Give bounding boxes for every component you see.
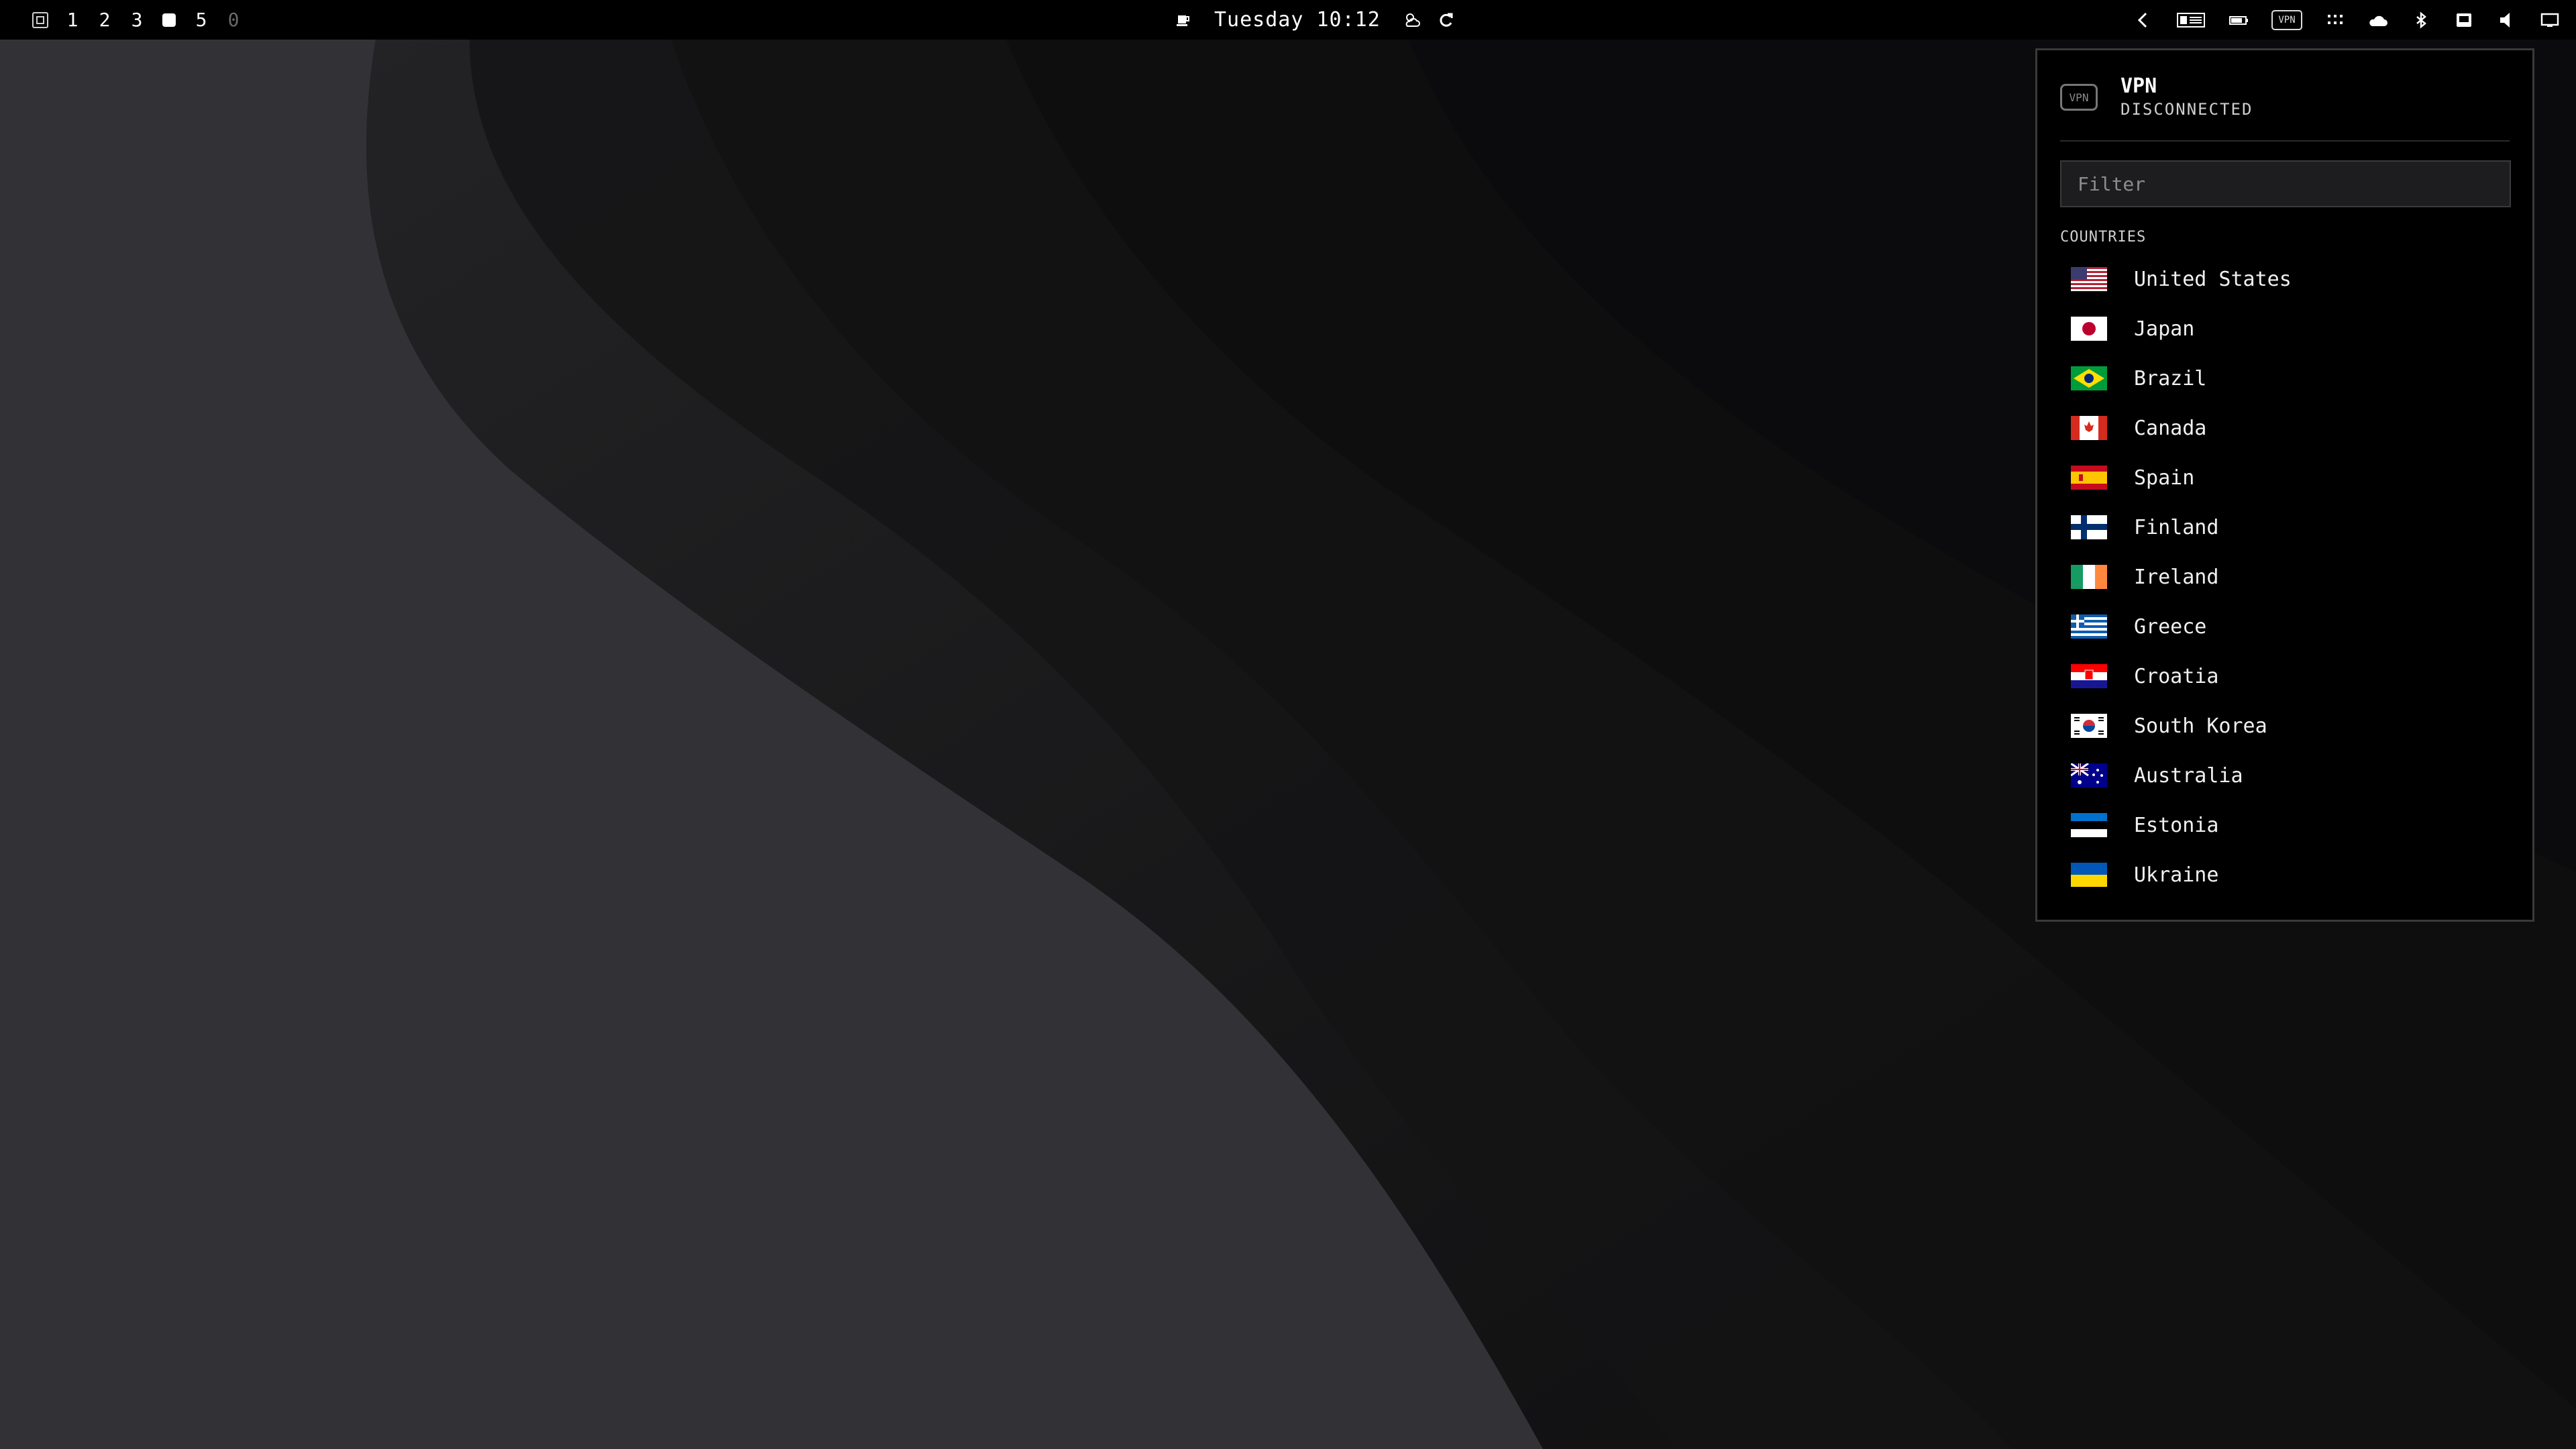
workspace-3[interactable]: 3 xyxy=(121,0,153,40)
display-icon[interactable] xyxy=(2540,10,2560,30)
country-name: Brazil xyxy=(2134,366,2207,390)
keyboard-layout-icon[interactable] xyxy=(2176,10,2206,30)
flag-ie-icon xyxy=(2071,565,2107,589)
country-item-finland[interactable]: Finland xyxy=(2071,502,2514,552)
chevron-left-icon[interactable] xyxy=(2133,10,2153,30)
country-name: Estonia xyxy=(2134,813,2219,837)
country-item-brazil[interactable]: Brazil xyxy=(2071,354,2514,403)
active-workspace-icon xyxy=(162,13,176,27)
country-name: Australia xyxy=(2134,763,2243,788)
flag-fi-icon xyxy=(2071,515,2107,539)
country-item-estonia[interactable]: Estonia xyxy=(2071,800,2514,850)
vpn-badge-icon: VPN xyxy=(2060,84,2098,111)
flag-ee-icon xyxy=(2071,813,2107,837)
weather-icon[interactable] xyxy=(1402,10,1422,30)
volume-icon[interactable] xyxy=(2497,10,2517,30)
flag-es-icon xyxy=(2071,466,2107,490)
coffee-icon[interactable] xyxy=(1173,10,1193,30)
bluetooth-icon[interactable] xyxy=(2411,10,2431,30)
workspace-5[interactable]: 5 xyxy=(185,0,217,40)
section-label-countries: COUNTRIES xyxy=(2060,229,2147,246)
country-name: United States xyxy=(2134,267,2292,291)
country-name: Croatia xyxy=(2134,664,2219,688)
country-name: Greece xyxy=(2134,614,2207,639)
cloud-icon[interactable] xyxy=(2368,10,2388,30)
country-item-spain[interactable]: Spain xyxy=(2071,453,2514,502)
top-bar: 1 2 3 5 0 Tuesday 10:12 VPN xyxy=(0,0,2576,40)
workspace-0[interactable]: 0 xyxy=(217,0,250,40)
screenshot-icon[interactable] xyxy=(2454,10,2474,30)
flag-us-icon xyxy=(2071,267,2107,291)
country-item-croatia[interactable]: Croatia xyxy=(2071,651,2514,701)
flag-hr-icon xyxy=(2071,664,2107,688)
country-item-united-states[interactable]: United States xyxy=(2071,254,2514,304)
country-item-japan[interactable]: Japan xyxy=(2071,304,2514,354)
overview-icon xyxy=(32,11,48,28)
country-name: Canada xyxy=(2134,416,2207,440)
vpn-header: VPN VPN DISCONNECTED xyxy=(2060,74,2253,120)
flag-ca-icon xyxy=(2071,416,2107,440)
system-tray: VPN xyxy=(2133,0,2560,40)
country-name: Spain xyxy=(2134,466,2195,490)
flag-br-icon xyxy=(2071,366,2107,390)
workspace-2[interactable]: 2 xyxy=(89,0,121,40)
workspace-switcher: 1 2 3 5 0 xyxy=(24,0,250,40)
clock[interactable]: Tuesday 10:12 xyxy=(1214,8,1381,32)
country-name: Ireland xyxy=(2134,565,2219,589)
battery-icon[interactable] xyxy=(2229,10,2249,30)
country-item-ukraine[interactable]: Ukraine xyxy=(2071,850,2514,900)
country-item-south-korea[interactable]: South Korea xyxy=(2071,701,2514,751)
country-item-australia[interactable]: Australia xyxy=(2071,751,2514,800)
divider xyxy=(2060,140,2510,142)
clock-area: Tuesday 10:12 xyxy=(1173,0,1456,40)
flag-ua-icon xyxy=(2071,863,2107,887)
flag-gr-icon xyxy=(2071,614,2107,639)
apps-grid-icon[interactable] xyxy=(2325,10,2345,30)
flag-kr-icon xyxy=(2071,714,2107,738)
workspace-active[interactable] xyxy=(153,0,185,40)
country-name: Finland xyxy=(2134,515,2219,539)
flag-jp-icon xyxy=(2071,317,2107,341)
vpn-icon[interactable]: VPN xyxy=(2271,9,2302,30)
country-list: United States Japan Brazil Canada Spain xyxy=(2071,254,2514,900)
flag-au-icon xyxy=(2071,763,2107,788)
country-item-canada[interactable]: Canada xyxy=(2071,403,2514,453)
refresh-icon[interactable] xyxy=(1436,10,1456,30)
country-item-ireland[interactable]: Ireland xyxy=(2071,552,2514,602)
country-item-greece[interactable]: Greece xyxy=(2071,602,2514,651)
vpn-status: DISCONNECTED xyxy=(2121,100,2253,119)
overview-button[interactable] xyxy=(24,0,56,40)
vpn-popup: VPN VPN DISCONNECTED COUNTRIES United St… xyxy=(2035,48,2534,922)
country-name: South Korea xyxy=(2134,714,2267,738)
workspace-1[interactable]: 1 xyxy=(56,0,89,40)
vpn-title: VPN xyxy=(2121,74,2157,98)
country-name: Japan xyxy=(2134,317,2195,341)
country-name: Ukraine xyxy=(2134,863,2219,887)
filter-input[interactable] xyxy=(2060,160,2511,207)
